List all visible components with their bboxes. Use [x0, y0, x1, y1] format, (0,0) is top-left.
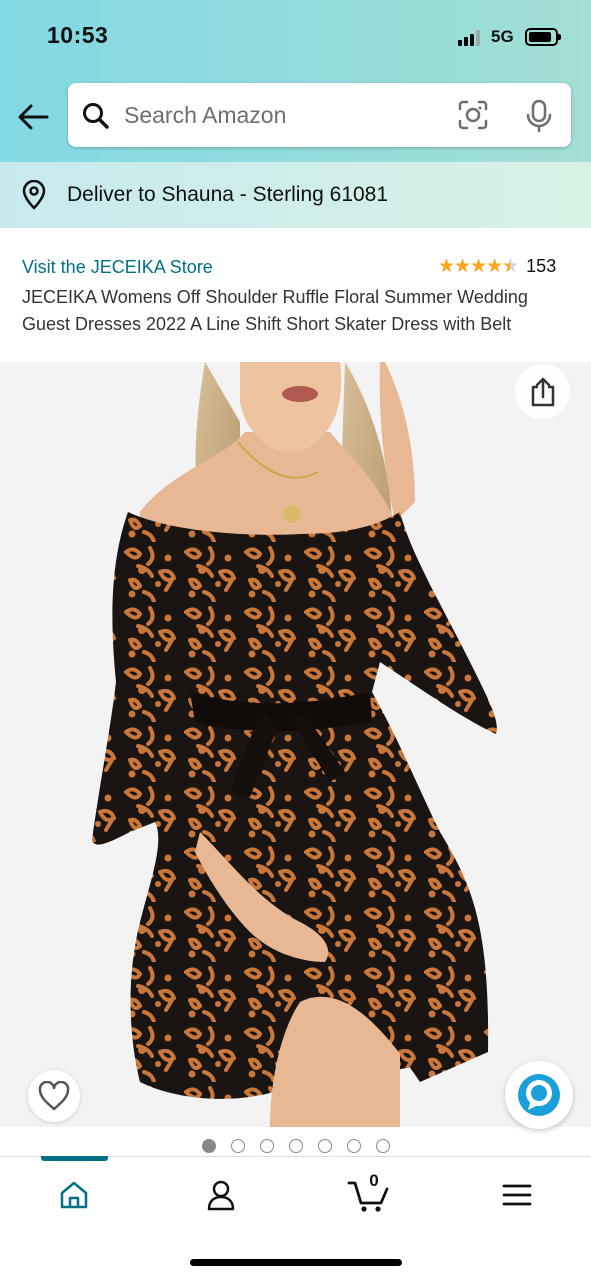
search-icon: [83, 103, 109, 129]
alexa-button[interactable]: [505, 1061, 573, 1129]
arrow-left-icon: [18, 104, 49, 130]
microphone-icon[interactable]: [525, 99, 553, 133]
status-time: 10:53: [47, 22, 109, 48]
back-button[interactable]: [16, 100, 50, 134]
product-title: JECEIKA Womens Off Shoulder Ruffle Flora…: [22, 287, 528, 334]
gallery-dot[interactable]: [260, 1139, 274, 1153]
gallery-dot[interactable]: [231, 1139, 245, 1153]
deliver-to-bar[interactable]: Deliver to Shauna - Sterling 61081: [0, 162, 591, 228]
gallery-dot[interactable]: [289, 1139, 303, 1153]
home-indicator: [190, 1259, 402, 1266]
deliver-to-text: Deliver to Shauna - Sterling 61081: [67, 183, 389, 206]
product-image-gallery[interactable]: [0, 362, 591, 1127]
heart-icon: [38, 1081, 70, 1111]
wishlist-button[interactable]: [28, 1070, 80, 1122]
product-header: Visit the JECEIKA Store ★★★★★ ★★★★★ 153 …: [0, 228, 591, 362]
star-rating-icon: ★★★★★ ★★★★★: [438, 256, 519, 277]
nav-menu[interactable]: [492, 1173, 542, 1217]
share-icon: [531, 377, 554, 406]
alexa-icon: [518, 1074, 560, 1116]
status-bar: 10:53 5G: [0, 0, 591, 75]
search-input[interactable]: [124, 97, 444, 133]
product-image: [0, 362, 591, 1127]
battery-icon: [525, 28, 561, 46]
nav-account[interactable]: [196, 1173, 246, 1217]
nav-home[interactable]: [49, 1173, 99, 1217]
gallery-dot[interactable]: [376, 1139, 390, 1153]
account-icon: [207, 1180, 235, 1211]
rating-count: 153: [526, 256, 557, 276]
header: 10:53 5G: [0, 0, 591, 162]
home-icon: [60, 1181, 88, 1209]
menu-icon: [502, 1184, 532, 1206]
gallery-pagination: [202, 1139, 390, 1153]
rating[interactable]: ★★★★★ ★★★★★ 153: [438, 256, 556, 277]
cart-count: 0: [369, 1171, 379, 1190]
gallery-dot[interactable]: [202, 1139, 216, 1153]
share-button[interactable]: [515, 364, 570, 419]
gallery-dot[interactable]: [318, 1139, 332, 1153]
store-link[interactable]: Visit the JECEIKA Store: [22, 257, 213, 278]
location-pin-icon: [22, 180, 46, 210]
active-tab-indicator: [41, 1156, 108, 1161]
gallery-dot[interactable]: [347, 1139, 361, 1153]
signal-icon: [458, 30, 482, 46]
network-label: 5G: [491, 27, 514, 46]
camera-lens-icon[interactable]: [457, 99, 489, 131]
search-bar[interactable]: [68, 83, 571, 147]
